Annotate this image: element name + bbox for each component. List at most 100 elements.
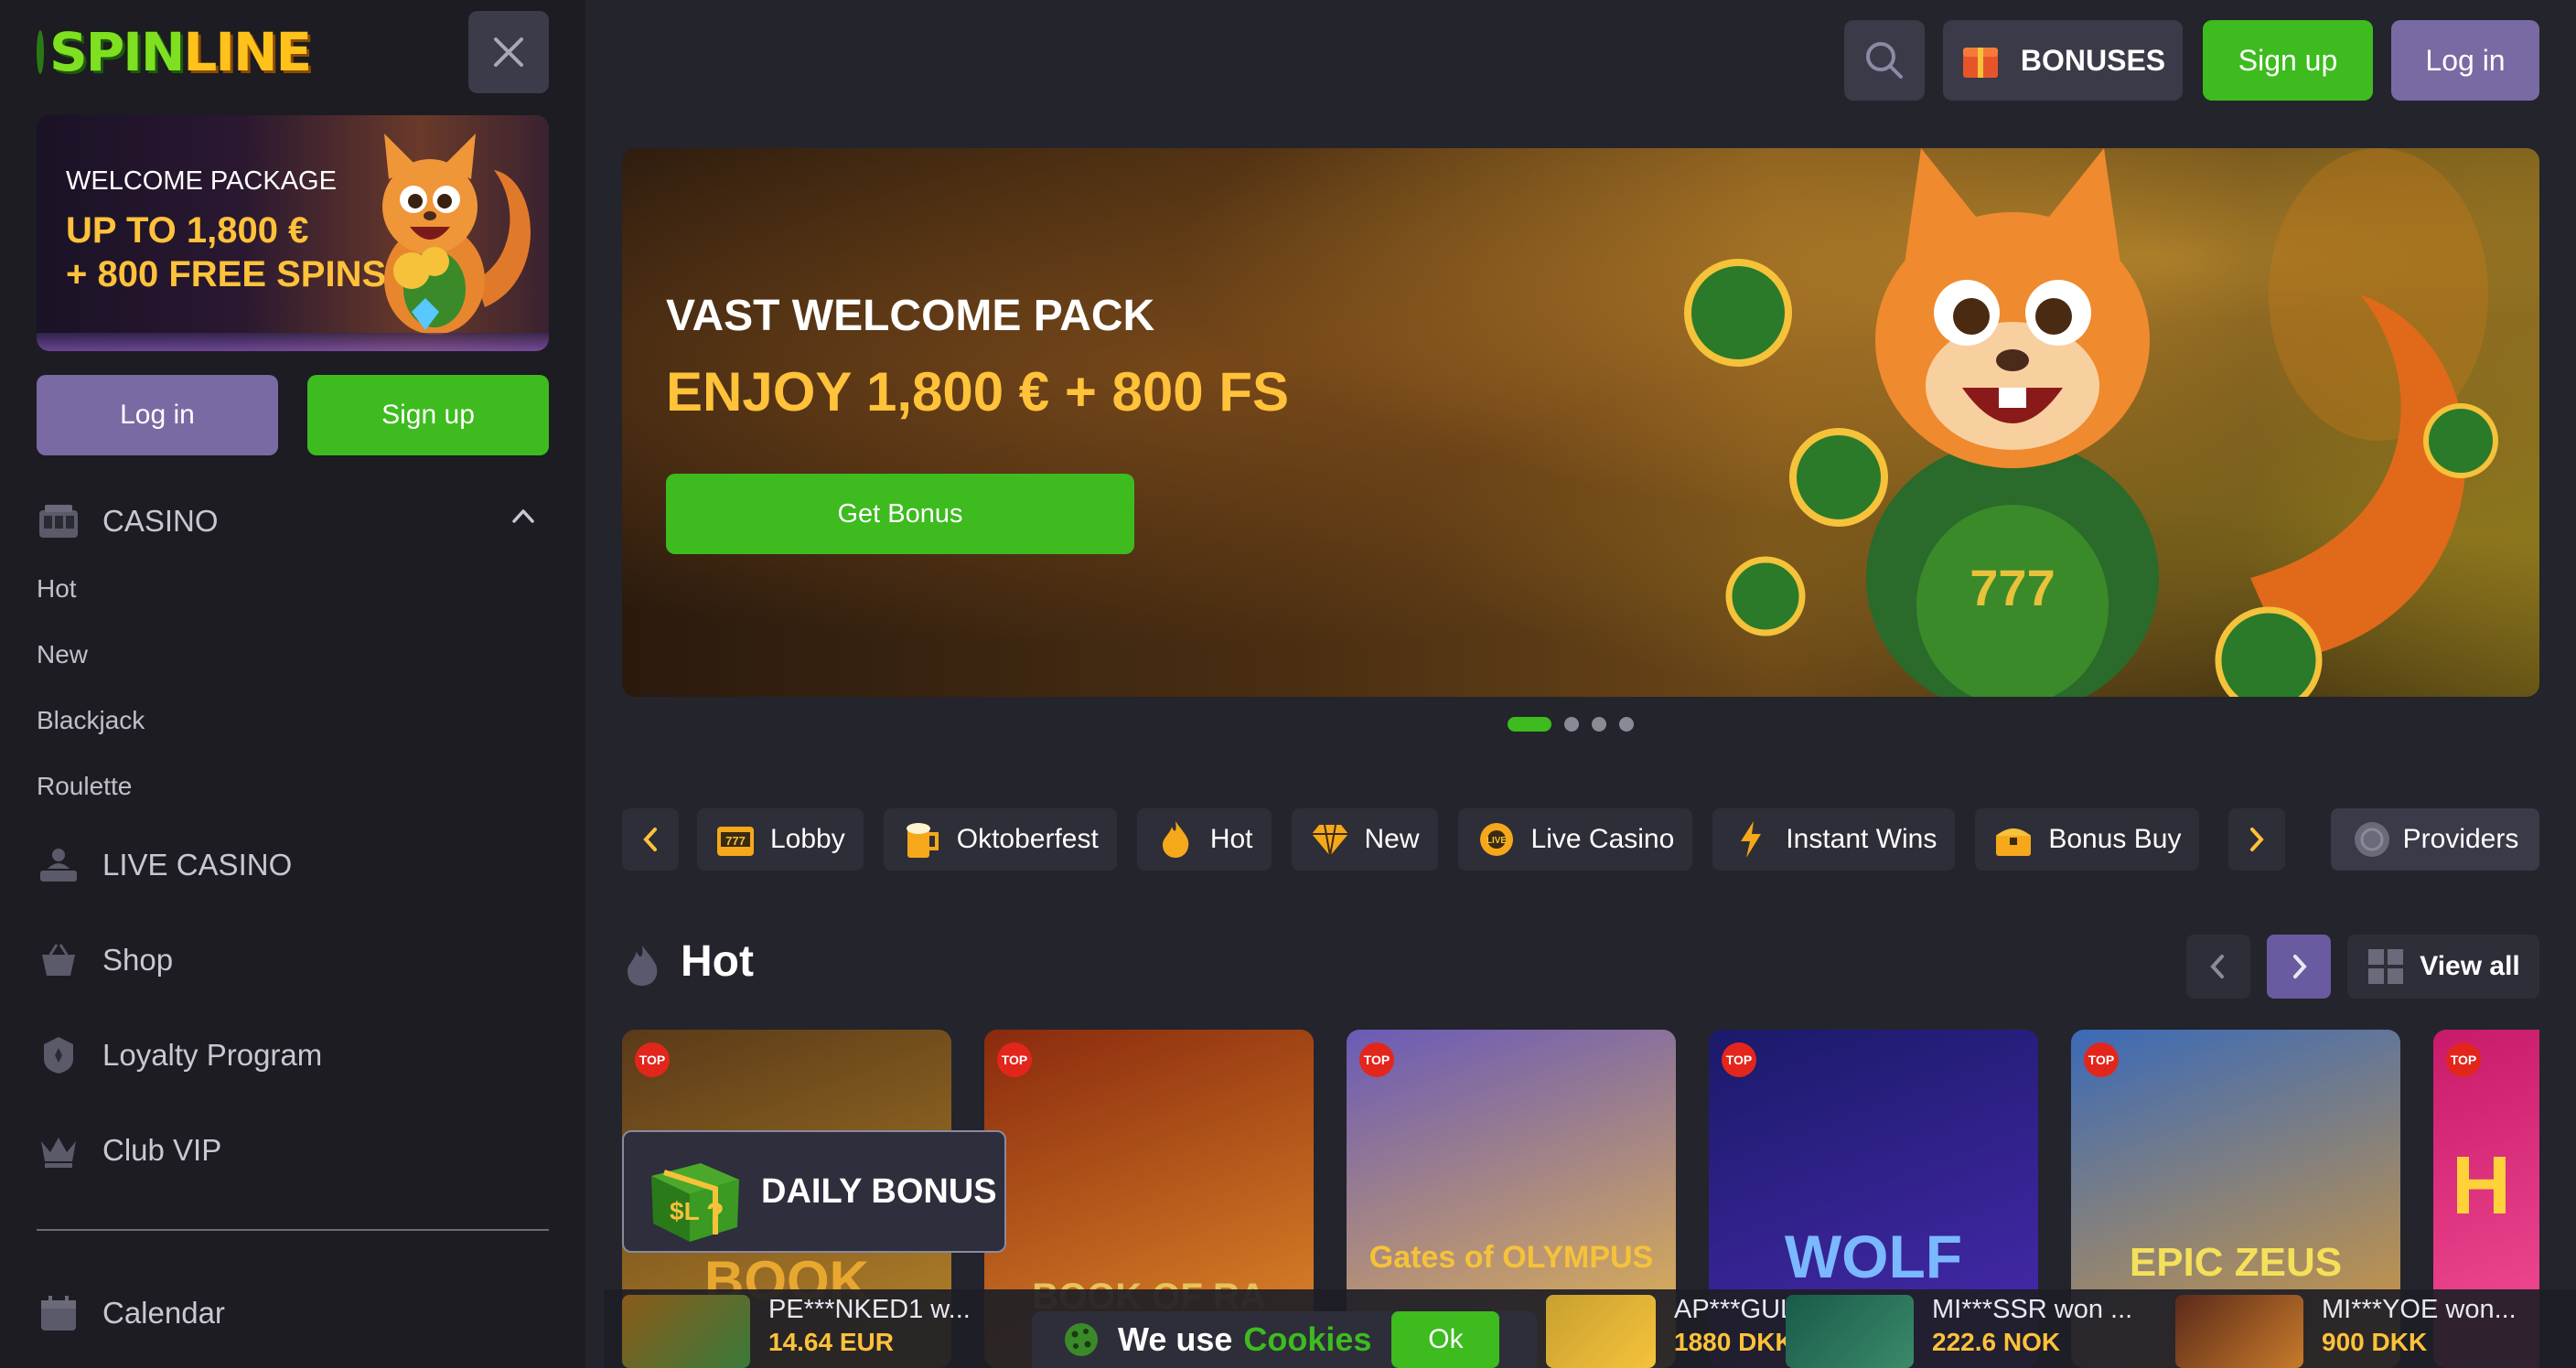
sidebar-item-loyalty[interactable]: Loyalty Program [37, 1030, 322, 1081]
top-badge: TOP [2446, 1042, 2481, 1077]
search-icon [1866, 42, 1903, 79]
category-label: Lobby [770, 824, 845, 854]
game-title: EPIC ZEUS [2129, 1240, 2343, 1285]
close-icon [494, 37, 523, 67]
chevron-right-icon [2293, 955, 2307, 978]
svg-text:LIVE: LIVE [1486, 836, 1507, 846]
chevron-up-icon[interactable] [509, 501, 538, 530]
top-badge: TOP [2084, 1042, 2119, 1077]
header-login-button[interactable]: Log in [2391, 20, 2539, 101]
category-live-casino[interactable]: LIVE Live Casino [1457, 808, 1693, 871]
search-button[interactable] [1844, 20, 1925, 101]
sidebar-item-label: LIVE CASINO [102, 848, 293, 882]
daily-bonus-label: DAILY BONUS [761, 1171, 997, 1211]
carousel-dot[interactable] [1592, 717, 1606, 732]
sidebar-item-calendar[interactable]: Calendar [37, 1288, 225, 1339]
sidebar-subitem-roulette[interactable]: Roulette [37, 772, 132, 801]
promo-line1: WELCOME PACKAGE [66, 166, 337, 196]
category-instant-wins[interactable]: Instant Wins [1712, 808, 1956, 871]
beer-mug-icon [902, 819, 942, 860]
category-lobby[interactable]: 777 Lobby [697, 808, 864, 871]
grid-icon [2368, 949, 2404, 984]
category-new[interactable]: New [1291, 808, 1438, 871]
winner-game-thumb [2175, 1295, 2303, 1368]
winner-item[interactable]: PE***NKED1 w... 14.64 EUR [622, 1295, 971, 1368]
chevron-left-icon [643, 828, 657, 851]
live-dealer-icon [37, 843, 80, 887]
cookie-link[interactable]: Cookies [1243, 1320, 1371, 1359]
game-title: H [2452, 1140, 2511, 1232]
logo[interactable]: SPINLINE [37, 13, 312, 91]
top-badge: TOP [997, 1042, 1032, 1077]
crown-icon [37, 1128, 80, 1172]
squirrel-banner-image: 777 [1684, 148, 2498, 697]
sidebar-item-label: Shop [102, 943, 174, 977]
section-title-hot: Hot [681, 937, 754, 986]
flame-icon [1155, 819, 1196, 860]
svg-text:?: ? [706, 1197, 724, 1230]
sidebar-item-casino[interactable]: CASINO [37, 496, 219, 547]
get-bonus-button[interactable]: Get Bonus [666, 474, 1134, 554]
promo-line2: UP TO 1,800 € [66, 210, 309, 251]
winner-name: MI***SSR won ... [1932, 1295, 2133, 1324]
header-signup-button[interactable]: Sign up [2203, 20, 2373, 101]
winner-name: MI***YOE won... [2322, 1295, 2517, 1324]
cookie-ok-button[interactable]: Ok [1391, 1311, 1500, 1368]
bonuses-button[interactable]: BONUSES [1943, 20, 2183, 101]
providers-button[interactable]: Providers [2331, 808, 2539, 871]
categories-next-button[interactable] [2228, 808, 2285, 871]
cookie-banner: We use Cookies Ok [1032, 1311, 1537, 1368]
hero-banner[interactable]: 777 VAST WELCOME PACK ENJOY 1,800 € + 80… [622, 148, 2539, 697]
category-hot[interactable]: Hot [1136, 808, 1272, 871]
carousel-dot[interactable] [1508, 717, 1551, 732]
hot-prev-button[interactable] [2186, 935, 2250, 999]
sidebar-item-label: Loyalty Program [102, 1038, 323, 1072]
treasure-icon [1993, 819, 2034, 860]
slot-machine-icon [37, 499, 80, 543]
chip-icon: LIVE [1476, 819, 1517, 860]
carousel-dot[interactable] [1564, 717, 1579, 732]
hot-next-button[interactable] [2267, 935, 2331, 999]
sidebar-subitem-new[interactable]: New [37, 640, 88, 669]
carousel-dot[interactable] [1619, 717, 1634, 732]
sidebar-item-club-vip[interactable]: Club VIP [37, 1125, 221, 1176]
promo-line3: + 800 FREE SPINS [66, 254, 387, 294]
sidebar-login-button[interactable]: Log in [37, 375, 278, 455]
basket-icon [37, 938, 80, 982]
game-title: Gates of OLYMPUS [1368, 1240, 1654, 1275]
mystery-gift-icon: $L ? [651, 1163, 739, 1242]
winner-item[interactable]: MI***YOE won... 900 DKK [2175, 1295, 2517, 1368]
view-all-button[interactable]: View all [2347, 935, 2539, 999]
lightning-icon [1731, 819, 1771, 860]
sidebar-subitem-blackjack[interactable]: Blackjack [37, 706, 145, 735]
daily-bonus-widget[interactable]: $L ? DAILY BONUS [622, 1130, 1006, 1253]
category-label: Oktoberfest [956, 824, 1099, 854]
sidebar-item-label: Club VIP [102, 1133, 222, 1167]
top-badge: TOP [1359, 1042, 1394, 1077]
sidebar-item-shop[interactable]: Shop [37, 935, 173, 986]
close-sidebar-button[interactable] [468, 11, 549, 93]
sidebar-item-live-casino[interactable]: LIVE CASINO [37, 839, 292, 891]
top-badge: TOP [1722, 1042, 1756, 1077]
game-title: WOLF [1784, 1223, 1963, 1290]
sidebar: SPINLINE WELCOME PACKAGE UP TO 1,800 € +… [0, 0, 585, 1368]
sidebar-signup-button[interactable]: Sign up [307, 375, 549, 455]
winner-item[interactable]: MI***SSR won ... 222.6 NOK [1786, 1295, 2132, 1368]
promo-floor [37, 333, 549, 351]
sidebar-subitem-hot[interactable]: Hot [37, 574, 77, 604]
winner-amount: 900 DKK [2322, 1328, 2428, 1356]
svg-text:$L: $L [670, 1197, 700, 1225]
category-oktoberfest[interactable]: Oktoberfest [883, 808, 1117, 871]
category-label: Instant Wins [1786, 824, 1937, 854]
category-bonus-buy[interactable]: Bonus Buy [1975, 808, 2200, 871]
squirrel-mascot-image [382, 134, 531, 335]
sidebar-item-label: CASINO [102, 504, 219, 538]
welcome-package-card[interactable]: WELCOME PACKAGE UP TO 1,800 € + 800 FREE… [37, 115, 549, 351]
svg-text:777: 777 [1970, 559, 2055, 616]
loyalty-badge-icon [37, 1033, 80, 1077]
winner-game-thumb [1546, 1295, 1656, 1368]
category-label: Hot [1209, 824, 1253, 854]
slot-777-icon: 777 [715, 819, 756, 860]
categories-prev-button[interactable] [622, 808, 679, 871]
sidebar-item-label: Calendar [102, 1296, 225, 1330]
